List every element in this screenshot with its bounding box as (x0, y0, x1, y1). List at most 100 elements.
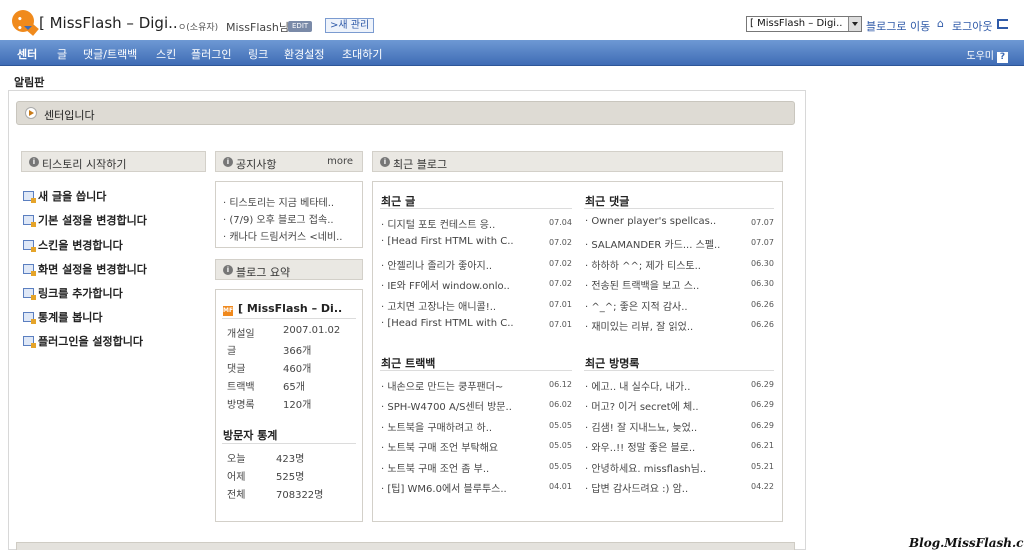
summary-blog-name[interactable]: MF [ MissFlash – Di.. (223, 302, 342, 316)
start-item-new-post[interactable]: 새 글을 씁니다 (23, 188, 106, 204)
notice-item-text: 캐나다 드림서커스 <네비.. (229, 232, 343, 243)
start-item-basic-settings[interactable]: 기본 설정을 변경합니다 (23, 212, 147, 228)
recent-guestbook-item[interactable]: · 와우..!! 정말 좋은 블로.. (585, 439, 695, 454)
notice-panel-title: 공지사항 (236, 158, 277, 171)
start-panel-header: i 티스토리 시작하기 (21, 151, 206, 172)
start-item-screen-settings[interactable]: 화면 설정을 변경합니다 (23, 261, 147, 277)
nav-invite[interactable]: 초대하기 (342, 46, 382, 62)
blog-title[interactable]: [ MissFlash – Digi.. (39, 14, 178, 32)
recent-trackback-item-date: 06.12 (549, 380, 572, 389)
info-icon: i (29, 157, 39, 167)
recent-comment-item[interactable]: · 재미있는 리뷰, 잘 읽었.. (585, 318, 693, 333)
owner-label: ㅇ(소유자) (178, 23, 219, 33)
recent-guestbook-item[interactable]: · 에고.. 내 실수다, 내가.. (585, 378, 690, 393)
recent-post-item[interactable]: · 디지털 포토 컨테스트 응.. (381, 216, 495, 231)
divider (222, 318, 356, 319)
recent-trackback-item[interactable]: · SPH-W4700 A/S센터 방문.. (381, 398, 512, 413)
main-nav: 센터 글 댓글/트랙백 스킨 플러그인 링크 환경설정 초대하기 도우미? (0, 40, 1024, 66)
recent-post-item[interactable]: · 안젤리나 졸리가 좋아지.. (381, 257, 492, 272)
recent-comment-item-date: 06.26 (751, 320, 774, 329)
recent-trackback-item-date: 05.05 (549, 441, 572, 451)
recent-trackback-item[interactable]: · 내손으로 만드는 쿵푸팬더~ (381, 378, 503, 393)
start-item-stats[interactable]: 통계를 봅니다 (23, 309, 103, 325)
recent-comment-item[interactable]: · Owner player's spellcas.. (585, 216, 716, 227)
summary-label: 트랙백 (227, 382, 255, 393)
goto-blog-link[interactable]: 블로그로 이동 (866, 18, 930, 34)
summary-value: 120개 (283, 400, 312, 411)
recent-guestbook-item-date: 04.22 (751, 482, 774, 491)
edit-button[interactable]: EDIT (288, 21, 313, 32)
recent-guestbook-item[interactable]: · 답변 감사드려요 :) 암.. (585, 480, 688, 495)
recent-guestbook-item[interactable]: · 김샘! 잘 지내느뇨, 늦었.. (585, 419, 697, 434)
recent-guestbook-item-text: 답변 감사드려요 :) 암.. (591, 484, 689, 495)
logout-link[interactable]: 로그아웃 (952, 18, 992, 34)
recent-comment-item[interactable]: · SALAMANDER 카드... 스펠.. (585, 236, 720, 251)
notice-item-text: (7/9) 오후 블로그 접속.. (229, 215, 334, 226)
recent-trackback-item-text: 노트북 구매 조언 부탁해요 (387, 443, 499, 455)
visitor-label: 전체 (227, 490, 246, 501)
summary-label: 방명록 (227, 400, 255, 411)
summary-value: 65개 (283, 382, 305, 393)
recent-guestbook-item-date: 06.29 (751, 400, 774, 410)
recent-trackback-item[interactable]: · 노트북 구매 조언 좀 부.. (381, 460, 489, 475)
recent-guestbook-item[interactable]: · 머고? 이거 secret에 체.. (585, 398, 699, 413)
divider (380, 370, 572, 371)
recent-guestbook-item[interactable]: · 안녕하세요. missflash님.. (585, 460, 706, 475)
nav-center[interactable]: 센터 (17, 46, 37, 62)
active-tab-pointer (24, 26, 32, 30)
recent-comment-item[interactable]: · 전송된 트랙백을 보고 스.. (585, 277, 699, 292)
recent-post-item-date: 07.01 (549, 320, 572, 329)
recent-comment-item-text: SALAMANDER 카드... 스펠.. (591, 240, 721, 252)
new-admin-button[interactable]: >새 관리 (325, 18, 375, 33)
visitor-label: 오늘 (227, 454, 246, 465)
recent-comments-title: 최근 댓글 (585, 195, 630, 208)
logout-icon[interactable] (997, 19, 1008, 29)
recent-post-item[interactable]: · 고치면 고장나는 애니콜!.. (381, 298, 496, 313)
notice-item[interactable]: · (7/9) 오후 블로그 접속.. (223, 211, 334, 226)
start-item-label: 통계를 봅니다 (38, 311, 103, 324)
nav-link[interactable]: 링크 (248, 46, 268, 62)
page-icon (23, 312, 36, 324)
recent-comment-item-text: 하하하 ^^; 제가 티스토.. (591, 260, 701, 272)
nav-settings[interactable]: 환경설정 (284, 46, 324, 62)
home-icon[interactable]: ⌂ (937, 18, 948, 29)
start-item-skin[interactable]: 스킨을 변경합니다 (23, 237, 123, 253)
visitor-value: 708322명 (276, 490, 324, 501)
recent-trackback-item-text: [팁] WM6.0에서 블루투스.. (387, 484, 507, 495)
recent-guestbook-item-text: 와우..!! 정말 좋은 블로.. (591, 443, 696, 455)
recent-comment-item-date: 07.07 (751, 218, 774, 227)
recent-comment-item-date: 06.30 (751, 258, 774, 268)
notice-item[interactable]: · 티스토리는 지금 베타테.. (223, 194, 334, 209)
start-item-label: 새 글을 씁니다 (38, 190, 107, 203)
notice-item[interactable]: · 캐나다 드림서커스 <네비.. (223, 228, 342, 243)
recent-guestbook-item-date: 06.29 (751, 420, 774, 430)
nav-comments-trackbacks[interactable]: 댓글/트랙백 (83, 46, 137, 62)
recent-trackback-item[interactable]: · [팁] WM6.0에서 블루투스.. (381, 480, 507, 495)
recent-trackback-item[interactable]: · 노트북을 구매하려고 하.. (381, 419, 492, 434)
recent-trackback-item-date: 05.05 (549, 420, 572, 430)
notice-item-text: 티스토리는 지금 베타테.. (229, 198, 335, 209)
recent-trackbacks-title: 최근 트랙백 (381, 357, 436, 370)
recent-comment-item[interactable]: · 하하하 ^^; 제가 티스토.. (585, 257, 701, 272)
recent-guestbook-item-text: 에고.. 내 실수다, 내가.. (591, 382, 691, 393)
start-item-label: 기본 설정을 변경합니다 (38, 214, 147, 227)
chevron-down-icon[interactable] (848, 17, 861, 31)
blog-select[interactable]: [ MissFlash – Digi.. (746, 16, 862, 32)
recent-post-item[interactable]: · IE와 FF에서 window.onlo.. (381, 277, 510, 292)
nav-plugin[interactable]: 플러그인 (191, 46, 231, 62)
nav-posts[interactable]: 글 (57, 46, 67, 62)
recent-comment-item-text: 전송된 트랙백을 보고 스.. (591, 281, 700, 293)
recent-comment-item-date: 06.30 (751, 279, 774, 289)
recent-post-item[interactable]: · [Head First HTML with C.. (381, 236, 514, 247)
recent-post-item[interactable]: · [Head First HTML with C.. (381, 318, 514, 329)
help-link[interactable]: 도우미? (966, 47, 1008, 63)
start-item-add-link[interactable]: 링크를 추가합니다 (23, 285, 123, 301)
notice-more-link[interactable]: more (327, 156, 353, 167)
start-item-plugin-settings[interactable]: 플러그인을 설정합니다 (23, 333, 143, 349)
summary-blog-name-text: [ MissFlash – Di.. (238, 302, 343, 315)
nav-skin[interactable]: 스킨 (156, 46, 176, 62)
recent-trackback-item[interactable]: · 노트북 구매 조언 부탁해요 (381, 439, 498, 454)
recent-trackback-item-text: SPH-W4700 A/S센터 방문.. (387, 402, 512, 414)
recent-comment-item[interactable]: · ^_^; 좋은 지적 감사.. (585, 298, 688, 313)
recent-guestbook-item-text: 머고? 이거 secret에 체.. (591, 402, 699, 414)
